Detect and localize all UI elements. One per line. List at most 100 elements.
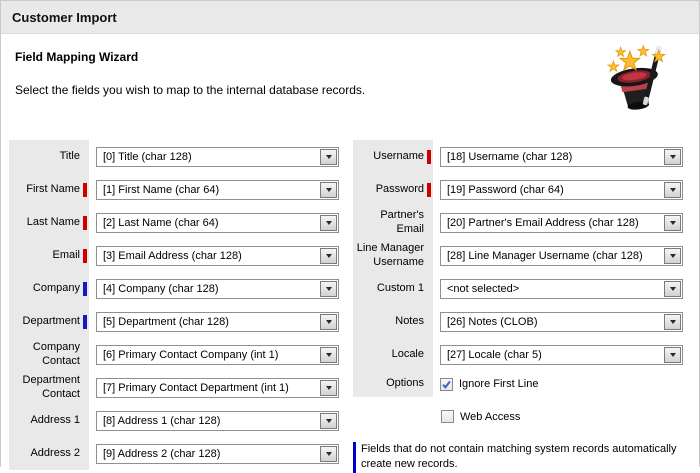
field-row: Notes [26] Notes (CLOB) [353,305,693,338]
required-marker [427,183,431,197]
selected-option: [26] Notes (CLOB) [447,316,537,328]
selected-option: [1] First Name (char 64) [103,184,219,196]
field-label: Partner's Email [355,209,424,237]
field-label: Password [376,183,424,197]
wizard-content: Field Mapping Wizard Select the fields y… [1,34,699,467]
field-row: Title [0] Title (char 128) [9,140,341,173]
field-select[interactable]: [20] Partner's Email Address (char 128) [440,213,683,233]
field-select[interactable]: [5] Department (char 128) [96,312,339,332]
selected-option: <not selected> [447,283,519,295]
field-label: Username [373,150,424,164]
field-select[interactable]: [28] Line Manager Username (char 128) [440,246,683,266]
field-select[interactable]: [8] Address 1 (char 128) [96,411,339,431]
field-row: Department Contact [7] Primary Contact D… [9,371,341,404]
selected-option: [5] Department (char 128) [103,316,229,328]
note-marker-bar [353,442,356,473]
field-label: Notes [395,315,424,329]
web-access-slot: Web Access [441,410,693,430]
required-marker [83,150,87,164]
chevron-down-icon[interactable] [320,413,337,429]
chevron-down-icon[interactable] [664,281,681,297]
required-marker [83,414,87,428]
required-marker [427,348,431,362]
note-text: Fields that do not contain matching syst… [361,442,693,473]
field-label: Custom 1 [377,282,424,296]
field-label: Last Name [27,216,80,230]
field-select[interactable]: [3] Email Address (char 128) [96,246,339,266]
magic-hat-icon [599,42,669,112]
chevron-down-icon[interactable] [320,248,337,264]
field-label: Email [52,249,80,263]
chevron-down-icon[interactable] [320,314,337,330]
field-rows-right: Username [18] Username (char 128) Passwo… [353,140,693,371]
required-marker [427,282,431,296]
field-row: Last Name [2] Last Name (char 64) [9,206,341,239]
chevron-down-icon[interactable] [664,215,681,231]
chevron-down-icon[interactable] [320,446,337,462]
field-label-cell: Address 2 [9,437,89,470]
checkbox-label: Web Access [460,411,520,423]
field-label-cell: Company Contact [9,338,89,371]
field-select[interactable]: [27] Locale (char 5) [440,345,683,365]
field-select[interactable]: [0] Title (char 128) [96,147,339,167]
field-select[interactable]: [1] First Name (char 64) [96,180,339,200]
required-marker [427,315,431,329]
required-marker [83,249,87,263]
field-row: Username [18] Username (char 128) [353,140,693,173]
window-title: Customer Import [12,10,117,25]
chevron-down-icon[interactable] [320,149,337,165]
required-marker [427,150,431,164]
field-select[interactable]: [7] Primary Contact Department (int 1) [96,378,339,398]
wizard-description: Select the fields you wish to map to the… [15,83,365,97]
field-select[interactable]: [4] Company (char 128) [96,279,339,299]
field-label-cell: Partner's Email [353,206,433,239]
required-marker [83,183,87,197]
checkbox[interactable] [441,410,454,423]
selected-option: [28] Line Manager Username (char 128) [447,250,643,262]
chevron-down-icon[interactable] [664,182,681,198]
selected-option: [6] Primary Contact Company (int 1) [103,349,278,361]
field-label: Title [60,150,80,164]
field-column-right: Username [18] Username (char 128) Passwo… [353,140,693,473]
wizard-heading: Field Mapping Wizard [15,50,138,64]
field-select[interactable]: [26] Notes (CLOB) [440,312,683,332]
chevron-down-icon[interactable] [664,248,681,264]
field-select[interactable]: [6] Primary Contact Company (int 1) [96,345,339,365]
chevron-down-icon[interactable] [320,281,337,297]
field-row: Address 2 [9] Address 2 (char 128) [9,437,341,470]
chevron-down-icon[interactable] [320,215,337,231]
chevron-down-icon[interactable] [320,380,337,396]
field-row: Partner's Email [20] Partner's Email Add… [353,206,693,239]
field-label: Company Contact [11,341,80,369]
chevron-down-icon[interactable] [664,149,681,165]
selected-option: [8] Address 1 (char 128) [103,415,220,427]
field-label-cell: Locale [353,338,433,371]
required-marker [83,282,87,296]
selected-option: [4] Company (char 128) [103,283,219,295]
required-marker [83,315,87,329]
field-select[interactable]: [19] Password (char 64) [440,180,683,200]
chevron-down-icon[interactable] [320,182,337,198]
field-label-cell: Username [353,140,433,173]
chevron-down-icon[interactable] [320,347,337,363]
field-row: Locale [27] Locale (char 5) [353,338,693,371]
field-label-cell: Department Contact [9,371,89,404]
chevron-down-icon[interactable] [664,314,681,330]
marker-spacer [427,377,431,391]
auto-create-note: Fields that do not contain matching syst… [353,442,693,473]
field-select[interactable]: [9] Address 2 (char 128) [96,444,339,464]
field-label-cell: Email [9,239,89,272]
field-label: Company [33,282,80,296]
field-select[interactable]: [2] Last Name (char 64) [96,213,339,233]
field-label-cell: Password [353,173,433,206]
field-select[interactable]: <not selected> [440,279,683,299]
checkbox-row: Web Access [441,410,693,423]
checkbox[interactable] [440,378,453,391]
chevron-down-icon[interactable] [664,347,681,363]
selected-option: [3] Email Address (char 128) [103,250,242,262]
options-label: Options [386,377,424,391]
field-label-cell: Custom 1 [353,272,433,305]
selected-option: [20] Partner's Email Address (char 128) [447,217,639,229]
field-select[interactable]: [18] Username (char 128) [440,147,683,167]
selected-option: [27] Locale (char 5) [447,349,542,361]
